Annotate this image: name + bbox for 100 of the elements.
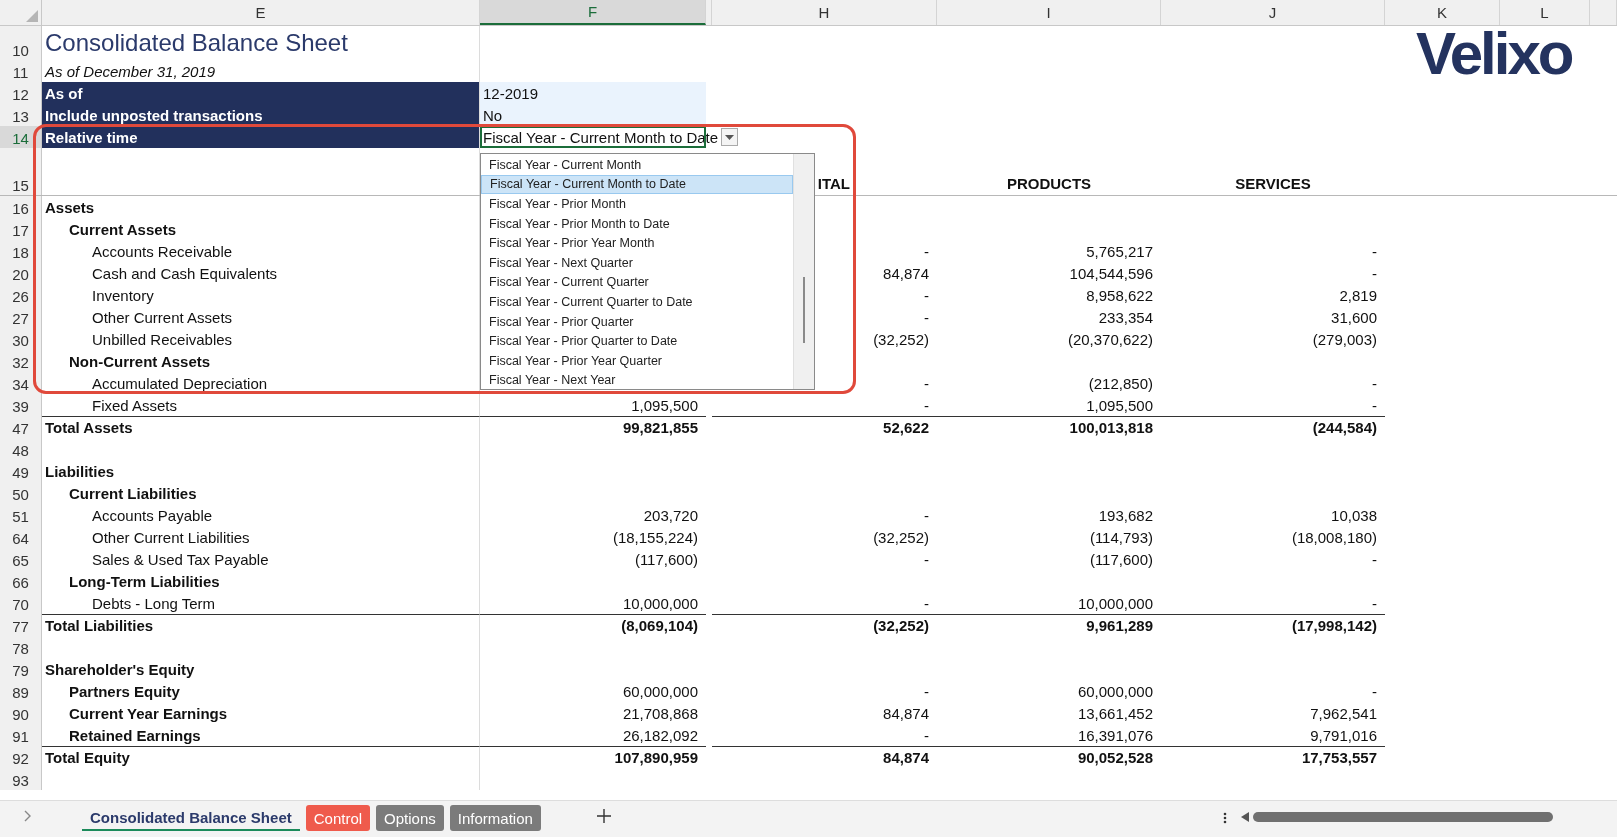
table-cell: 84,874 bbox=[883, 704, 929, 722]
dropdown-option[interactable]: Fiscal Year - Current Quarter to Date bbox=[481, 292, 793, 312]
table-cell: 104,544,596 bbox=[1069, 264, 1153, 282]
row-label: Current Year Earnings bbox=[69, 704, 228, 722]
row-label: Current Liabilities bbox=[69, 484, 197, 502]
table-cell: (114,793) bbox=[1089, 528, 1153, 546]
parameter-label: Relative time bbox=[45, 128, 138, 146]
scroll-left-icon[interactable] bbox=[1240, 812, 1249, 822]
table-cell: (117,600) bbox=[634, 550, 698, 568]
column-letter[interactable]: H bbox=[818, 4, 830, 21]
dropdown-option[interactable]: Fiscal Year - Next Year bbox=[481, 370, 793, 391]
row-label: Cash and Cash Equivalents bbox=[92, 264, 278, 282]
row-label: Accounts Payable bbox=[92, 506, 213, 524]
table-cell: 90,052,528 bbox=[1077, 749, 1153, 766]
scrollbar[interactable] bbox=[793, 154, 814, 389]
table-cell: 60,000,000 bbox=[622, 682, 698, 700]
row-label: Current Assets bbox=[69, 220, 176, 238]
dropdown-option[interactable]: Fiscal Year - Current Month bbox=[481, 155, 793, 175]
table-cell: (32,252) bbox=[873, 528, 929, 546]
table-cell: - bbox=[924, 550, 929, 568]
column-header: ITAL bbox=[817, 175, 850, 192]
column-letter[interactable]: E bbox=[255, 4, 266, 21]
row-label: Non-Current Assets bbox=[69, 352, 211, 370]
dropdown-option[interactable]: Fiscal Year - Prior Month bbox=[481, 194, 793, 214]
table-cell: - bbox=[924, 286, 929, 304]
dropdown-option[interactable]: Fiscal Year - Prior Year Quarter bbox=[481, 350, 793, 371]
sheet-title: Consolidated Balance Sheet bbox=[45, 29, 348, 57]
row-label: Total Assets bbox=[45, 419, 133, 436]
parameter-value[interactable]: No bbox=[483, 106, 503, 124]
horizontal-scrollbar[interactable] bbox=[1252, 812, 1553, 822]
row-label: Debts - Long Term bbox=[92, 594, 216, 612]
row-label: Unbilled Receivables bbox=[92, 330, 233, 348]
table-cell: (20,370,622) bbox=[1067, 330, 1153, 348]
row-label: Total Liabilities bbox=[45, 617, 154, 634]
column-header: PRODUCTS bbox=[1006, 175, 1092, 192]
table-cell: - bbox=[1372, 374, 1377, 392]
dropdown-option[interactable]: Fiscal Year - Prior Month to Date bbox=[481, 213, 793, 234]
table-cell: (244,584) bbox=[1312, 419, 1377, 436]
caret-icon bbox=[725, 134, 735, 140]
dropdown-option[interactable]: Fiscal Year - Next Quarter bbox=[481, 252, 793, 273]
row-label: Retained Earnings bbox=[69, 726, 201, 744]
table-cell: (279,003) bbox=[1312, 330, 1377, 348]
table-cell: (17,998,142) bbox=[1291, 617, 1377, 634]
table-cell: (32,252) bbox=[873, 330, 929, 348]
add-sheet-icon[interactable] bbox=[596, 809, 611, 823]
dropdown-option[interactable]: Fiscal Year - Current Quarter bbox=[481, 272, 793, 293]
table-cell: - bbox=[1372, 550, 1377, 568]
table-cell: 84,874 bbox=[883, 264, 929, 282]
table-cell: (8,069,104) bbox=[621, 617, 698, 634]
table-cell: (117,600) bbox=[1089, 550, 1153, 568]
table-cell: 17,753,557 bbox=[1301, 749, 1377, 766]
row-label: Accounts Receivable bbox=[92, 242, 233, 260]
table-cell: 233,354 bbox=[1098, 308, 1153, 326]
dropdown-button[interactable] bbox=[721, 128, 739, 146]
dropdown-option[interactable]: Fiscal Year - Prior Quarter to Date bbox=[481, 331, 793, 351]
table-cell: 2,819 bbox=[1339, 286, 1377, 304]
table-cell: 16,391,076 bbox=[1077, 726, 1153, 744]
table-cell: (212,850) bbox=[1088, 374, 1153, 392]
dropdown-option[interactable]: Fiscal Year - Current Month to Date bbox=[481, 174, 793, 195]
row-label: Liabilities bbox=[45, 462, 115, 480]
column-letter[interactable]: F bbox=[587, 3, 598, 20]
table-cell: 8,958,622 bbox=[1086, 286, 1153, 304]
table-cell: - bbox=[1372, 682, 1377, 700]
dropdown-option[interactable]: Fiscal Year - Prior Year Month bbox=[481, 233, 793, 253]
row-label: Assets bbox=[45, 198, 95, 216]
table-cell: 5,765,217 bbox=[1086, 242, 1153, 260]
sheet-tab[interactable]: Options bbox=[376, 805, 444, 831]
sheet-tab[interactable]: Information bbox=[449, 805, 541, 831]
chevron-right-icon[interactable] bbox=[24, 810, 32, 822]
table-cell: - bbox=[1372, 264, 1377, 282]
table-cell: - bbox=[924, 682, 929, 700]
table-cell: 1,095,500 bbox=[1086, 396, 1153, 414]
table-cell: - bbox=[1372, 594, 1377, 612]
row-label: Fixed Assets bbox=[92, 396, 178, 414]
parameter-label: As of bbox=[45, 84, 83, 102]
table-cell: - bbox=[924, 396, 929, 414]
column-letter[interactable]: L bbox=[1540, 4, 1549, 21]
row-label: Shareholder's Equity bbox=[45, 660, 195, 678]
table-cell: - bbox=[924, 242, 929, 260]
table-cell: (32,252) bbox=[873, 617, 929, 634]
table-cell: 10,000,000 bbox=[1077, 594, 1153, 612]
row-label: Other Current Assets bbox=[92, 308, 233, 326]
table-cell: 10,038 bbox=[1331, 506, 1377, 524]
table-cell: 203,720 bbox=[643, 506, 698, 524]
column-header: SERVICES bbox=[1235, 175, 1311, 192]
table-cell: 99,821,855 bbox=[622, 419, 698, 436]
row-label: Partners Equity bbox=[69, 682, 180, 700]
column-letter[interactable]: J bbox=[1268, 4, 1277, 21]
table-cell: - bbox=[924, 308, 929, 326]
row-label: Sales & Used Tax Payable bbox=[92, 550, 269, 568]
row-number[interactable]: 15 bbox=[12, 177, 29, 194]
dropdown-option[interactable]: Fiscal Year - Prior Quarter bbox=[481, 311, 793, 332]
table-cell: 7,962,541 bbox=[1310, 704, 1377, 722]
column-letter[interactable]: I bbox=[1046, 4, 1051, 21]
row-label: Long-Term Liabilities bbox=[69, 572, 220, 590]
column-letter[interactable]: K bbox=[1437, 4, 1447, 21]
more-icon[interactable] bbox=[1222, 812, 1227, 824]
row-label: Accumulated Depreciation bbox=[92, 374, 268, 392]
sheet-subtitle: As of December 31, 2019 bbox=[45, 62, 216, 80]
table-cell: - bbox=[924, 594, 929, 612]
